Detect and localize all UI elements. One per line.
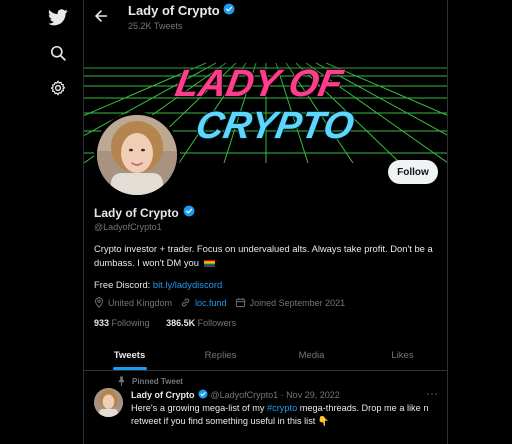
back-arrow-icon[interactable] bbox=[92, 7, 110, 25]
profile-avatar[interactable] bbox=[94, 112, 180, 198]
discord-line: Free Discord: bit.ly/ladydiscord bbox=[94, 279, 222, 290]
following-label: Following bbox=[111, 318, 150, 328]
profile-location: United Kingdom bbox=[108, 297, 173, 308]
verified-badge-icon bbox=[223, 3, 235, 18]
followers-label: Followers bbox=[197, 318, 237, 328]
tweet-text: Here's a growing mega-list of my #crypto… bbox=[131, 402, 436, 428]
profile-column: Lady of Crypto 25.2K Tweets LADY OF CRYP… bbox=[84, 0, 448, 444]
profile-joined-date: Joined September 2021 bbox=[249, 297, 346, 308]
profile-bio: Crypto investor + trader. Focus on under… bbox=[94, 242, 438, 270]
tab-tweets[interactable]: Tweets bbox=[84, 340, 175, 370]
tweet-handle-date: @LadyofCrypto1 · Nov 29, 2022 bbox=[210, 390, 340, 400]
following-link[interactable]: 933 Following bbox=[94, 318, 150, 328]
tab-media[interactable]: Media bbox=[266, 340, 357, 370]
pin-icon bbox=[118, 376, 125, 386]
tweet-count: 25.2K Tweets bbox=[128, 21, 183, 31]
verified-badge-icon bbox=[198, 389, 208, 401]
link-icon bbox=[181, 298, 190, 307]
profile-website-link[interactable]: loc.fund bbox=[195, 298, 227, 308]
pinned-tweet-text: Pinned Tweet bbox=[132, 376, 183, 386]
discord-label: Free Discord: bbox=[94, 279, 153, 290]
banner-title-line2: CRYPTO bbox=[193, 104, 358, 147]
verified-badge-icon bbox=[183, 205, 195, 220]
followers-link[interactable]: 386.5K Followers bbox=[166, 318, 236, 328]
hashtag-link[interactable]: #crypto bbox=[267, 403, 297, 413]
profile-name-text: Lady of Crypto bbox=[94, 205, 179, 220]
calendar-icon bbox=[235, 298, 245, 308]
header-title: Lady of Crypto bbox=[128, 3, 235, 18]
tweet-author-avatar[interactable] bbox=[94, 388, 123, 417]
profile-meta: United Kingdom loc.fund Joined September… bbox=[94, 297, 345, 308]
tweet-text-before: Here's a growing mega-list of my bbox=[131, 403, 268, 413]
tab-replies[interactable]: Replies bbox=[175, 340, 266, 370]
profile-tabs: Tweets Replies Media Likes bbox=[84, 340, 447, 371]
more-options-icon[interactable]: ··· bbox=[426, 386, 438, 400]
left-navigation bbox=[0, 0, 84, 444]
search-icon[interactable] bbox=[47, 42, 69, 64]
rainbow-flag-icon bbox=[203, 260, 215, 268]
tweet-author-name[interactable]: Lady of Crypto bbox=[131, 390, 195, 400]
profile-handle: @LadyofCrypto1 bbox=[94, 222, 162, 232]
following-count: 933 bbox=[94, 318, 110, 328]
header-title-text: Lady of Crypto bbox=[128, 3, 220, 18]
profile-stats: 933 Following 386.5K Followers bbox=[94, 318, 236, 328]
followers-count: 386.5K bbox=[166, 318, 196, 328]
profile-header-bar: Lady of Crypto 25.2K Tweets bbox=[84, 0, 447, 38]
profile-name: Lady of Crypto bbox=[94, 205, 195, 220]
twitter-bird-icon[interactable] bbox=[47, 6, 69, 28]
banner-title-line1: LADY OF bbox=[172, 62, 347, 105]
location-pin-icon bbox=[95, 297, 103, 308]
follow-button[interactable]: Follow bbox=[388, 160, 438, 184]
profile-bio-text: Crypto investor + trader. Focus on under… bbox=[94, 243, 433, 268]
discord-link[interactable]: bit.ly/ladydiscord bbox=[153, 279, 222, 290]
settings-gear-icon[interactable] bbox=[47, 77, 69, 99]
tab-likes[interactable]: Likes bbox=[357, 340, 447, 370]
tweet-header: Lady of Crypto @LadyofCrypto1 · Nov 29, … bbox=[131, 389, 340, 401]
pinned-tweet-label: Pinned Tweet bbox=[117, 376, 183, 386]
